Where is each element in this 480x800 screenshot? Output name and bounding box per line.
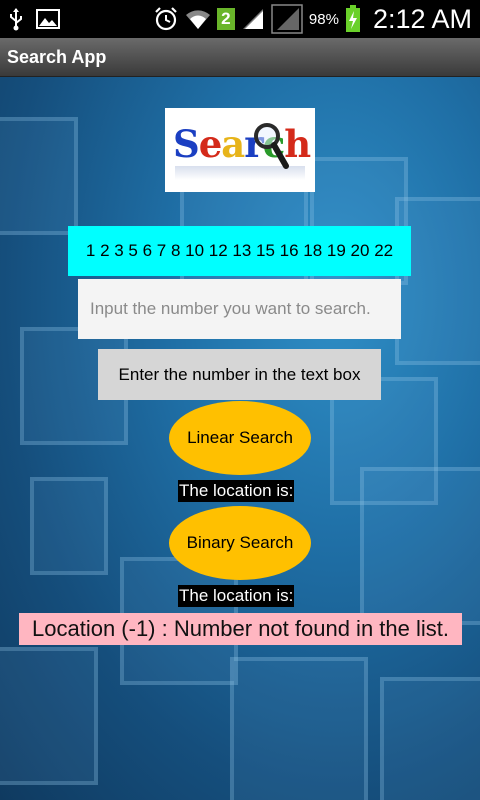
screen: 2 98% 2:12 AM Search App Sear h 1 2 3 5 … <box>0 0 480 800</box>
binary-location-label: The location is: <box>178 585 295 607</box>
search-number-input[interactable] <box>78 279 401 339</box>
usb-icon <box>8 7 24 31</box>
linear-search-button[interactable]: Linear Search <box>169 401 311 475</box>
search-logo-image: Search <box>165 108 315 192</box>
battery-percent: 98% <box>308 10 339 28</box>
background-square <box>360 467 480 625</box>
magnifier-icon <box>254 123 289 169</box>
background-square <box>230 657 368 800</box>
content-area: Search 1 2 3 5 6 7 8 10 12 13 15 16 18 1… <box>0 77 480 800</box>
clock: 2:12 AM <box>372 3 472 34</box>
search-logo-wordmark: Search <box>173 122 311 166</box>
battery-charging-icon <box>345 5 361 33</box>
background-square <box>30 477 108 575</box>
signal-icon-2 <box>271 4 303 34</box>
image-notification-icon <box>36 9 60 29</box>
status-bar-right: 2 98% 2:12 AM <box>153 0 472 38</box>
background-square <box>0 117 78 235</box>
binary-search-button[interactable]: Binary Search <box>169 506 311 580</box>
status-bar: 2 98% 2:12 AM <box>0 0 480 38</box>
alarm-icon <box>153 6 179 32</box>
status-bar-left <box>8 4 60 34</box>
wifi-icon <box>185 7 211 31</box>
action-bar: Search App <box>0 38 480 77</box>
background-square <box>0 647 98 785</box>
sim-badge: 2 <box>216 8 235 30</box>
search-result-message: Location (-1) : Number not found in the … <box>19 613 462 645</box>
signal-icon <box>241 7 265 31</box>
enter-number-hint-button[interactable]: Enter the number in the text box <box>98 349 381 400</box>
background-square <box>380 677 480 800</box>
linear-location-label: The location is: <box>178 480 295 502</box>
background-square <box>395 197 480 365</box>
app-title: Search App <box>7 47 107 67</box>
numbers-list: 1 2 3 5 6 7 8 10 12 13 15 16 18 19 20 22 <box>68 226 411 276</box>
